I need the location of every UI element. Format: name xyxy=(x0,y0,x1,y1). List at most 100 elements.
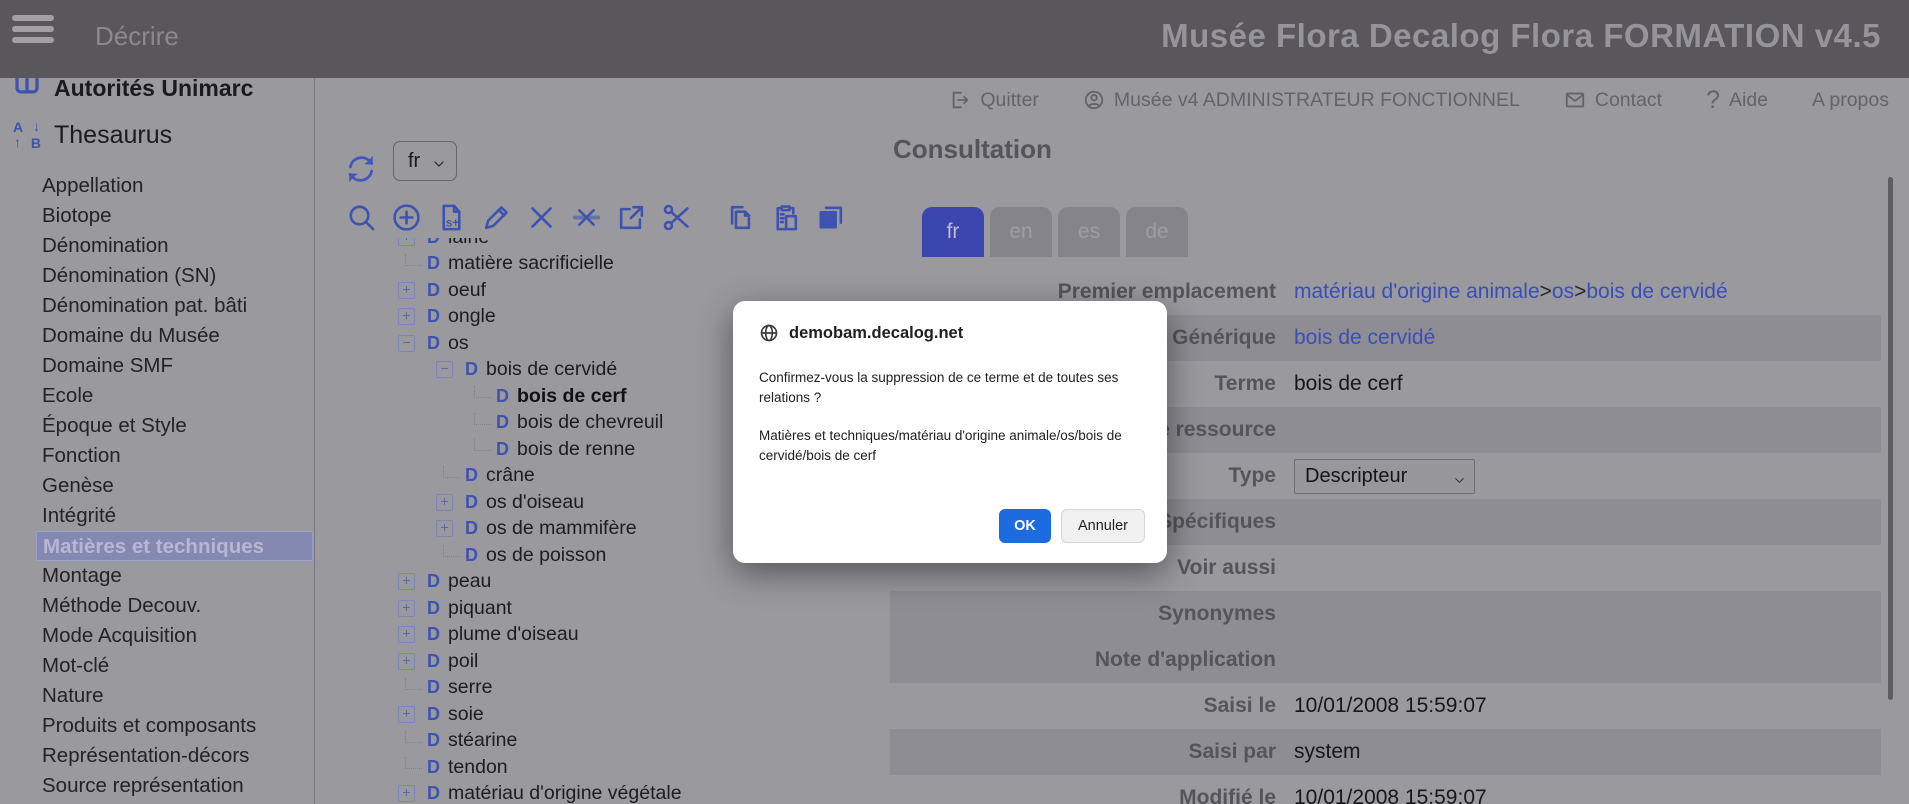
sidebar-item-fonction[interactable]: Fonction xyxy=(0,441,313,471)
sidebar-item-m-thode-decouv-[interactable]: Méthode Decouv. xyxy=(0,591,313,621)
field-value[interactable]: bois de cervidé xyxy=(1294,326,1435,350)
toolbar-search-button[interactable] xyxy=(346,202,377,233)
sidebar-item-appellation[interactable]: Appellation xyxy=(0,171,313,201)
tree-item-st-arine[interactable]: Dstéarine xyxy=(315,728,845,755)
breadcrumb-link[interactable]: bois de cervidé xyxy=(1586,280,1727,303)
sidebar-item-d-nomination[interactable]: Dénomination xyxy=(0,231,313,261)
tree-item-poil[interactable]: +Dpoil xyxy=(315,648,845,675)
tree-item-label: oeuf xyxy=(448,279,486,302)
tree-item-piquant[interactable]: + Dpiquant xyxy=(315,595,845,622)
sidebar-item-source-repr-sentation[interactable]: Source représentation xyxy=(0,771,313,801)
sidebar-item-mot-cl-[interactable]: Mot-clé xyxy=(0,651,313,681)
tree-item-label: os d'oiseau xyxy=(486,491,584,514)
sidebar-section-autorites[interactable]: Autorités Unimarc xyxy=(0,78,314,105)
tree-item-peau[interactable]: +Dpeau xyxy=(315,569,845,596)
hamburger-menu-icon[interactable] xyxy=(12,15,56,63)
toolbar-delete-with-relations-button[interactable] xyxy=(571,202,602,233)
toolbar-add-circle-button[interactable] xyxy=(391,202,422,233)
expand-icon[interactable]: + xyxy=(436,520,453,537)
delete-with-relations-icon xyxy=(571,221,602,236)
app-header: Décrire Musée Flora Decalog Flora FORMAT… xyxy=(0,0,1909,78)
expand-icon[interactable]: + xyxy=(398,706,415,723)
sidebar-item-ecole[interactable]: Ecole xyxy=(0,381,313,411)
toolbar-duplicate-button[interactable] xyxy=(815,202,846,233)
descriptor-icon: D xyxy=(465,545,478,566)
expand-icon[interactable]: + xyxy=(398,308,415,325)
tree-item-label: os de poisson xyxy=(486,544,606,567)
sidebar-item-repr-sentation-d-cors[interactable]: Représentation-décors xyxy=(0,741,313,771)
globe-icon xyxy=(759,323,779,343)
paste-icon xyxy=(770,221,801,236)
sidebar-item-domaine-smf[interactable]: Domaine SMF xyxy=(0,351,313,381)
sidebar-item-mati-res-et-techniques[interactable]: Matières et techniques xyxy=(36,531,313,561)
sidebar-item-gen-se[interactable]: Genèse xyxy=(0,471,313,501)
generic-term-link[interactable]: bois de cervidé xyxy=(1294,326,1435,349)
sidebar-item-int-grit-[interactable]: Intégrité xyxy=(0,501,313,531)
tree-item-laine[interactable]: +Dlaine xyxy=(315,238,845,251)
toolbar-delete-button[interactable] xyxy=(526,202,557,233)
sidebar-section-thesaurus[interactable]: A↓↑B Thesaurus xyxy=(0,115,314,155)
refresh-icon[interactable] xyxy=(344,152,378,186)
toolbar-paste-button[interactable] xyxy=(770,202,801,233)
sidebar-item-mode-acquisition[interactable]: Mode Acquisition xyxy=(0,621,313,651)
tree-item-label: piquant xyxy=(448,597,512,620)
tree-item-label: tendon xyxy=(448,756,508,779)
toolbar-open-external-button[interactable] xyxy=(616,202,647,233)
field-label: Saisi par xyxy=(890,740,1276,764)
cut-icon xyxy=(661,221,692,236)
page-scrollbar[interactable] xyxy=(1888,177,1893,700)
expand-icon[interactable]: + xyxy=(398,282,415,299)
expand-icon[interactable]: + xyxy=(398,573,415,590)
sidebar-item-nature[interactable]: Nature xyxy=(0,681,313,711)
tree-item-tendon[interactable]: Dtendon xyxy=(315,754,845,781)
toolbar-new-specific-sheet-button[interactable]: s+ xyxy=(436,202,467,233)
tab-fr[interactable]: fr xyxy=(922,207,984,257)
tree-item-oeuf[interactable]: +Doeuf xyxy=(315,277,845,304)
breadcrumb-link[interactable]: os xyxy=(1552,280,1574,303)
toolbar-cut-button[interactable] xyxy=(661,202,692,233)
field-value: 10/01/2008 15:59:07 xyxy=(1294,786,1487,804)
type-select[interactable]: Descripteur xyxy=(1294,459,1475,494)
sidebar-item-d-nomination-pat-b-ti[interactable]: Dénomination pat. bâti xyxy=(0,291,313,321)
expand-icon[interactable]: + xyxy=(398,626,415,643)
expand-icon[interactable]: + xyxy=(398,238,415,246)
tree-item-serre[interactable]: Dserre xyxy=(315,675,845,702)
toolbar-copy-button[interactable] xyxy=(725,202,756,233)
expand-icon[interactable]: + xyxy=(398,600,415,617)
sidebar-item-d-nomination-sn-[interactable]: Dénomination (SN) xyxy=(0,261,313,291)
field-value[interactable]: matériau d'origine animale>os>bois de ce… xyxy=(1294,280,1728,304)
tree-item-label: bois de cerf xyxy=(517,385,626,408)
sidebar-item-montage[interactable]: Montage xyxy=(0,561,313,591)
module-title: Décrire xyxy=(95,0,179,72)
cancel-button[interactable]: Annuler xyxy=(1061,509,1145,543)
tab-es[interactable]: es xyxy=(1058,207,1120,257)
new-specific-sheet-icon: s+ xyxy=(436,221,467,236)
breadcrumb-link[interactable]: matériau d'origine animale xyxy=(1294,280,1540,303)
sidebar-item-produits-et-composants[interactable]: Produits et composants xyxy=(0,711,313,741)
descriptor-icon: D xyxy=(427,651,440,672)
ok-button[interactable]: OK xyxy=(999,509,1051,543)
expand-icon[interactable]: + xyxy=(398,785,415,802)
toolbar-edit-button[interactable] xyxy=(481,202,512,233)
expand-icon[interactable]: + xyxy=(436,494,453,511)
tab-de[interactable]: de xyxy=(1126,207,1188,257)
descriptor-icon: D xyxy=(427,598,440,619)
sidebar-item--poque-et-style[interactable]: Époque et Style xyxy=(0,411,313,441)
sidebar-item-domaine-du-mus-e[interactable]: Domaine du Musée xyxy=(0,321,313,351)
tree-item-label: bois de cervidé xyxy=(486,358,617,381)
tree-item-mati-re-sacrificielle[interactable]: Dmatière sacrificielle xyxy=(315,251,845,278)
tree-item-mat-riau-d-origine-v-g-tale[interactable]: +Dmatériau d'origine végétale xyxy=(315,781,845,804)
field-label: Synonymes xyxy=(890,602,1276,626)
tree-item-label: laine xyxy=(448,238,489,249)
descriptor-icon: D xyxy=(427,677,440,698)
sidebar-item-biotope[interactable]: Biotope xyxy=(0,201,313,231)
collapse-icon[interactable]: − xyxy=(436,361,453,378)
collapse-icon[interactable]: − xyxy=(398,335,415,352)
tree-language-select[interactable]: fr xyxy=(393,141,457,181)
descriptor-icon: D xyxy=(465,359,478,380)
tab-en[interactable]: en xyxy=(990,207,1052,257)
expand-icon[interactable]: + xyxy=(398,653,415,670)
tree-item-plume-d-oiseau[interactable]: +Dplume d'oiseau xyxy=(315,622,845,649)
descriptor-icon: D xyxy=(496,412,509,433)
tree-item-soie[interactable]: +Dsoie xyxy=(315,701,845,728)
